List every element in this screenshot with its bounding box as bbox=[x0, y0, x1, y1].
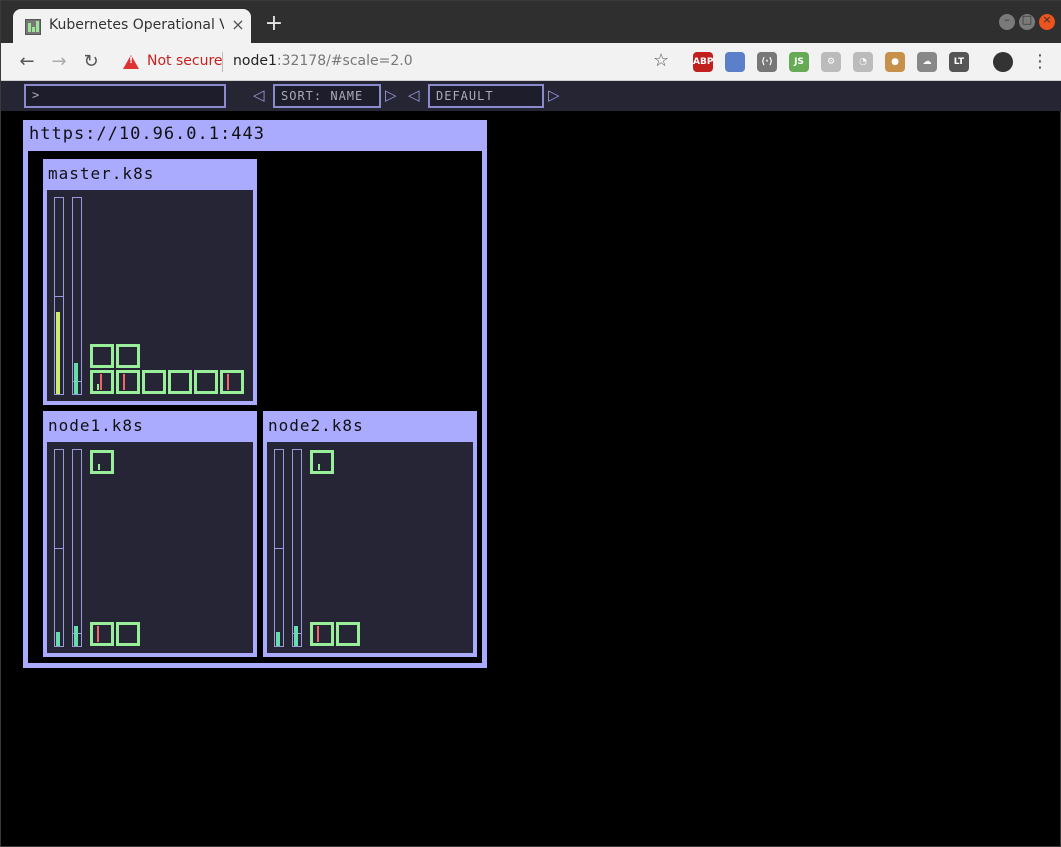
pod[interactable] bbox=[116, 622, 140, 646]
sort-next-icon[interactable]: ▷ bbox=[385, 86, 397, 104]
memory-fill bbox=[294, 626, 298, 646]
pod[interactable] bbox=[90, 622, 114, 646]
devtools-icon[interactable]: ⟨·⟩ bbox=[757, 52, 777, 72]
pod[interactable] bbox=[90, 344, 114, 368]
theme-prev-icon[interactable]: ◁ bbox=[408, 86, 420, 104]
node-body bbox=[47, 442, 253, 653]
pod[interactable] bbox=[116, 370, 140, 394]
sort-prev-icon[interactable]: ◁ bbox=[253, 86, 265, 104]
pod[interactable] bbox=[142, 370, 166, 394]
js-toggle-icon[interactable]: JS bbox=[789, 52, 809, 72]
node-node2[interactable]: node2.k8s bbox=[263, 411, 477, 657]
cloud-ext-icon[interactable]: ☁ bbox=[917, 52, 937, 72]
node-node1[interactable]: node1.k8s bbox=[43, 411, 257, 657]
title-bar: Kubernetes Operational View × + – □ × bbox=[1, 1, 1061, 43]
cluster-body: master.k8s node1.k8s node2.k8s bbox=[28, 151, 482, 663]
reload-icon[interactable]: ↻ bbox=[79, 50, 103, 74]
tab-close-icon[interactable]: × bbox=[229, 16, 247, 34]
cpu-bar[interactable] bbox=[54, 197, 64, 395]
node-title: master.k8s bbox=[48, 164, 155, 183]
sort-selector[interactable]: SORT: NAME bbox=[273, 84, 381, 108]
lt-ext-icon[interactable]: LT bbox=[949, 52, 969, 72]
url-divider bbox=[222, 52, 223, 72]
node-master[interactable]: master.k8s bbox=[43, 159, 257, 405]
pod[interactable] bbox=[116, 344, 140, 368]
cpu-fill bbox=[56, 312, 60, 394]
memory-bar[interactable] bbox=[292, 449, 302, 647]
browser-tab[interactable]: Kubernetes Operational View × bbox=[13, 9, 251, 43]
node-body bbox=[267, 442, 473, 653]
tab-title: Kubernetes Operational View bbox=[49, 17, 224, 33]
memory-fill bbox=[74, 363, 78, 394]
pod[interactable] bbox=[310, 622, 334, 646]
warning-icon[interactable] bbox=[123, 55, 139, 69]
cpu-fill bbox=[276, 632, 280, 646]
close-window-icon[interactable]: × bbox=[1039, 13, 1055, 30]
theme-selector[interactable]: DEFAULT bbox=[428, 84, 544, 108]
cpu-bar[interactable] bbox=[54, 449, 64, 647]
pod[interactable] bbox=[90, 370, 114, 394]
memory-bar[interactable] bbox=[72, 197, 82, 395]
adblock-plus-icon[interactable]: ABP bbox=[693, 52, 713, 72]
back-arrow-icon[interactable]: ← bbox=[15, 50, 39, 74]
maximize-window-icon[interactable]: □ bbox=[1019, 13, 1035, 30]
cpu-fill bbox=[56, 632, 60, 646]
pod[interactable] bbox=[194, 370, 218, 394]
url-path: :32178/#scale=2.0 bbox=[276, 53, 413, 69]
color-picker-icon[interactable] bbox=[725, 52, 745, 72]
browser-window: Kubernetes Operational View × + – □ × ← … bbox=[0, 0, 1061, 847]
cookie-icon[interactable]: ● bbox=[885, 52, 905, 72]
pod[interactable] bbox=[310, 450, 334, 474]
forward-arrow-icon[interactable]: → bbox=[47, 50, 71, 74]
not-secure-label[interactable]: Not secure bbox=[147, 53, 223, 69]
pod[interactable] bbox=[220, 370, 244, 394]
minimize-window-icon[interactable]: – bbox=[999, 13, 1015, 30]
cluster-title: https://10.96.0.1:443 bbox=[29, 124, 265, 144]
bookmark-star-icon[interactable]: ☆ bbox=[653, 50, 669, 71]
app-toolbar: > ◁ SORT: NAME ▷ ◁ DEFAULT ▷ bbox=[1, 81, 1061, 111]
node-title: node1.k8s bbox=[48, 416, 144, 435]
new-tab-icon[interactable]: + bbox=[263, 13, 285, 35]
pod[interactable] bbox=[90, 450, 114, 474]
node-title: node2.k8s bbox=[268, 416, 364, 435]
browser-menu-icon[interactable]: ⋮ bbox=[1031, 51, 1049, 72]
settings-ext-icon[interactable]: ⚙ bbox=[821, 52, 841, 72]
url-host: node1 bbox=[233, 53, 277, 69]
memory-bar[interactable] bbox=[72, 449, 82, 647]
cpu-bar[interactable] bbox=[274, 449, 284, 647]
browser-toolbar: ← → ↻ Not secure node1:32178/#scale=2.0 … bbox=[1, 43, 1061, 81]
address-bar[interactable]: node1:32178/#scale=2.0 bbox=[233, 53, 413, 69]
timer-ext-icon[interactable]: ◔ bbox=[853, 52, 873, 72]
theme-next-icon[interactable]: ▷ bbox=[548, 86, 560, 104]
pod[interactable] bbox=[336, 622, 360, 646]
filter-input[interactable]: > bbox=[24, 84, 226, 108]
cluster-box[interactable]: https://10.96.0.1:443 master.k8s node1.k… bbox=[23, 120, 487, 668]
node-body bbox=[47, 190, 253, 401]
kube-ops-view-favicon-icon bbox=[25, 19, 41, 35]
pod[interactable] bbox=[168, 370, 192, 394]
memory-fill bbox=[74, 626, 78, 646]
profile-avatar-icon[interactable] bbox=[993, 52, 1013, 72]
